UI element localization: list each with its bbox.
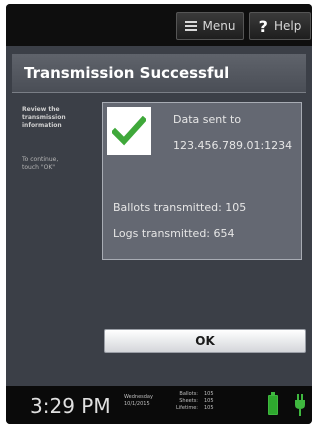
- title-bar: Transmission Successful: [12, 54, 306, 93]
- counter-value: 105: [204, 405, 214, 411]
- counter-row: Ballots: 105: [176, 391, 214, 398]
- instruction-line: touch "OK": [22, 164, 56, 171]
- instruction-line: information: [22, 122, 62, 129]
- page-title: Transmission Successful: [24, 64, 230, 82]
- help-button-label: Help: [273, 19, 302, 33]
- success-indicator: [107, 107, 151, 155]
- help-button[interactable]: ? Help: [249, 12, 311, 40]
- instruction-line: Review the: [22, 106, 60, 113]
- transmission-info-box: Data sent to 123.456.789.01:1234 Ballots…: [102, 102, 302, 260]
- logs-transmitted: Logs transmitted: 654: [113, 227, 235, 240]
- counter-value: 105: [204, 398, 214, 404]
- ballots-transmitted: Ballots transmitted: 105: [113, 201, 247, 214]
- battery-icon: [268, 392, 278, 415]
- data-sent-address: 123.456.789.01:1234: [173, 139, 293, 152]
- continue-instruction: To continue, touch "OK": [22, 156, 92, 172]
- counter-label: Sheets:: [179, 398, 198, 404]
- review-instruction: Review the transmission information: [22, 106, 92, 130]
- counter-label: Ballots:: [179, 391, 198, 397]
- voting-machine-screen: Menu ? Help Transmission Successful Revi…: [6, 4, 312, 424]
- data-sent-label: Data sent to: [173, 113, 242, 126]
- counter-row: Sheets: 105: [176, 398, 214, 405]
- instruction-line: transmission: [22, 114, 66, 121]
- instructions-sidebar: Review the transmission information To c…: [22, 106, 92, 172]
- help-icon: ?: [258, 16, 268, 36]
- menu-button-label: Menu: [202, 19, 236, 33]
- main-panel: Transmission Successful Review the trans…: [6, 46, 312, 386]
- date-line: Wednesday: [124, 394, 153, 400]
- counters: Ballots: 105 Sheets: 105 Lifetime: 105: [176, 391, 214, 412]
- power-plug-icon: [295, 394, 305, 416]
- date-line: 10/1/2015: [124, 401, 150, 407]
- status-bar: 3:29 PM Wednesday 10/1/2015 Ballots: 105…: [6, 386, 312, 424]
- instruction-line: To continue,: [22, 156, 59, 163]
- menu-button[interactable]: Menu: [176, 12, 244, 40]
- counter-label: Lifetime:: [176, 405, 198, 411]
- clock-time: 3:29 PM: [30, 394, 111, 418]
- top-bar: Menu ? Help: [6, 4, 312, 46]
- counter-value: 105: [204, 391, 214, 397]
- checkmark-icon: [112, 116, 146, 146]
- ok-button[interactable]: OK: [104, 329, 306, 353]
- counter-row: Lifetime: 105: [176, 405, 214, 412]
- menu-icon: [184, 21, 197, 31]
- date-display: Wednesday 10/1/2015: [124, 394, 153, 408]
